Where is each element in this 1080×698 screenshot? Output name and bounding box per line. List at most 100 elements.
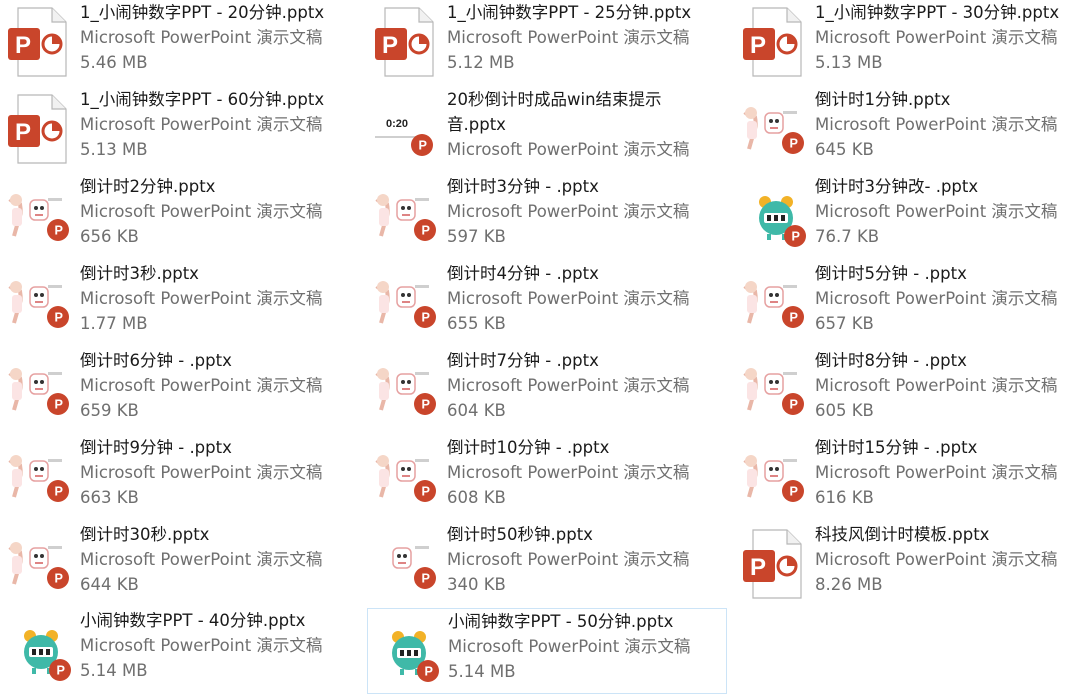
svg-text:P: P (15, 32, 31, 59)
svg-text:P: P (418, 139, 426, 153)
file-size: 5.46 MB (80, 53, 148, 72)
file-tile[interactable]: P 倒计时30秒.pptx Microsoft PowerPoint 演示文稿 64… (0, 522, 360, 608)
svg-text:P: P (382, 32, 398, 59)
file-type: Microsoft PowerPoint 演示文稿 (447, 202, 690, 221)
ppt-file-icon: P (739, 6, 811, 80)
powerpoint-badge-icon: P (414, 393, 436, 415)
file-tile[interactable]: P 1_小闹钟数字PPT - 20分钟.pptx Microsoft PowerP… (0, 0, 360, 86)
file-tile[interactable]: P 1_小闹钟数字PPT - 30分钟.pptx Microsoft PowerP… (735, 0, 1080, 86)
timer-thumbnail-icon: 0:20 P (371, 93, 443, 167)
file-size: 340 KB (447, 575, 506, 594)
cartoon-thumbnail-icon: P (739, 93, 811, 167)
svg-text:P: P (54, 572, 62, 586)
file-size: 5.13 MB (815, 53, 883, 72)
powerpoint-badge-icon: P (417, 660, 439, 682)
file-meta: 倒计时3秒.pptx Microsoft PowerPoint 演示文稿 1.77 … (80, 261, 358, 336)
svg-text:P: P (421, 485, 429, 499)
file-tile[interactable]: P 倒计时2分钟.pptx Microsoft PowerPoint 演示文稿 65… (0, 174, 360, 260)
svg-text:P: P (421, 398, 429, 412)
file-size: 659 KB (80, 401, 139, 420)
file-meta: 科技风倒计时模板.pptx Microsoft PowerPoint 演示文稿 8.… (815, 522, 1080, 597)
alarm-clock-thumbnail-icon: P (4, 614, 76, 688)
file-tile[interactable]: P 倒计时15分钟 - .pptx Microsoft PowerPoint 演示… (735, 435, 1080, 521)
file-tile[interactable]: P 倒计时9分钟 - .pptx Microsoft PowerPoint 演示文… (0, 435, 360, 521)
powerpoint-badge-icon: P (782, 393, 804, 415)
file-name: 倒计时8分钟 - .pptx (815, 351, 967, 370)
file-name: 倒计时9分钟 - .pptx (80, 438, 232, 457)
file-type: Microsoft PowerPoint 演示文稿 (80, 115, 323, 134)
svg-text:P: P (424, 665, 432, 679)
file-name: 1_小闹钟数字PPT - 25分钟.pptx (447, 3, 692, 22)
svg-text:P: P (750, 32, 766, 59)
file-tile[interactable]: P 倒计时50秒钟.pptx Microsoft PowerPoint 演示文稿 3… (367, 522, 727, 608)
file-name: 倒计时4分钟 - .pptx (447, 264, 599, 283)
cartoon-thumbnail-icon: P (739, 354, 811, 428)
file-tile[interactable]: P 科技风倒计时模板.pptx Microsoft PowerPoint 演示文稿… (735, 522, 1080, 608)
file-type: Microsoft PowerPoint 演示文稿 (80, 376, 323, 395)
svg-text:P: P (54, 224, 62, 238)
file-meta: 倒计时4分钟 - .pptx Microsoft PowerPoint 演示文稿 6… (447, 261, 725, 336)
file-tile[interactable]: P 小闹钟数字PPT - 50分钟.pptx Microsoft PowerPoi… (367, 608, 727, 694)
file-name: 小闹钟数字PPT - 50分钟.pptx (448, 612, 674, 631)
cartoon-thumbnail-icon: P (4, 354, 76, 428)
svg-text:P: P (15, 119, 31, 146)
powerpoint-badge-icon: P (414, 480, 436, 502)
svg-text:P: P (789, 137, 797, 151)
file-name: 倒计时50秒钟.pptx (447, 525, 593, 544)
file-size: 656 KB (80, 227, 139, 246)
file-meta: 1_小闹钟数字PPT - 60分钟.pptx Microsoft PowerPoi… (80, 87, 358, 162)
file-tile[interactable]: P 1_小闹钟数字PPT - 60分钟.pptx Microsoft PowerP… (0, 87, 360, 173)
file-tile[interactable]: P 倒计时3分钟 - .pptx Microsoft PowerPoint 演示文… (367, 174, 727, 260)
svg-text:P: P (54, 485, 62, 499)
svg-text:P: P (54, 311, 62, 325)
file-type: Microsoft PowerPoint 演示文稿 (815, 115, 1058, 134)
file-tile[interactable]: P 倒计时3分钟改- .pptx Microsoft PowerPoint 演示文… (735, 174, 1080, 260)
file-tile[interactable]: P 倒计时8分钟 - .pptx Microsoft PowerPoint 演示文… (735, 348, 1080, 434)
file-size: 663 KB (80, 488, 139, 507)
file-meta: 倒计时30秒.pptx Microsoft PowerPoint 演示文稿 644 … (80, 522, 358, 597)
file-size: 655 KB (447, 314, 506, 333)
file-type: Microsoft PowerPoint 演示文稿 (447, 463, 690, 482)
file-size: 604 KB (447, 401, 506, 420)
powerpoint-badge-icon: P (47, 393, 69, 415)
file-size: 597 KB (447, 227, 506, 246)
file-name: 倒计时2分钟.pptx (80, 177, 216, 196)
file-meta: 倒计时15分钟 - .pptx Microsoft PowerPoint 演示文稿… (815, 435, 1080, 510)
file-meta: 倒计时7分钟 - .pptx Microsoft PowerPoint 演示文稿 6… (447, 348, 725, 423)
file-tile[interactable]: P 倒计时5分钟 - .pptx Microsoft PowerPoint 演示文… (735, 261, 1080, 347)
powerpoint-badge-icon: P (47, 480, 69, 502)
file-name: 倒计时7分钟 - .pptx (447, 351, 599, 370)
powerpoint-badge-icon: P (414, 567, 436, 589)
file-tile[interactable]: P 倒计时4分钟 - .pptx Microsoft PowerPoint 演示文… (367, 261, 727, 347)
file-type: Microsoft PowerPoint 演示文稿 (448, 637, 691, 656)
file-type: Microsoft PowerPoint 演示文稿 (80, 202, 323, 221)
svg-text:P: P (791, 230, 799, 244)
file-size: 605 KB (815, 401, 874, 420)
file-size: 608 KB (447, 488, 506, 507)
file-type: Microsoft PowerPoint 演示文稿 (80, 550, 323, 569)
powerpoint-badge-icon: P (782, 132, 804, 154)
cartoon-thumbnail-icon: P (371, 441, 443, 515)
powerpoint-badge-icon: P (414, 306, 436, 328)
file-size: 5.12 MB (447, 53, 515, 72)
file-name: 1_小闹钟数字PPT - 30分钟.pptx (815, 3, 1060, 22)
file-tile[interactable]: P 倒计时7分钟 - .pptx Microsoft PowerPoint 演示文… (367, 348, 727, 434)
file-name: 倒计时3分钟改- .pptx (815, 177, 979, 196)
file-tile[interactable]: 0:20 P 20秒倒计时成品win结束提示音.pptx Microsoft Po… (367, 87, 727, 173)
file-tile[interactable]: P 1_小闹钟数字PPT - 25分钟.pptx Microsoft PowerP… (367, 0, 727, 86)
svg-text:P: P (789, 485, 797, 499)
file-tile[interactable]: P 倒计时6分钟 - .pptx Microsoft PowerPoint 演示文… (0, 348, 360, 434)
cartoon-thumbnail-icon: P (739, 267, 811, 341)
file-tile[interactable]: P 小闹钟数字PPT - 40分钟.pptx Microsoft PowerPoi… (0, 608, 360, 694)
file-name: 倒计时6分钟 - .pptx (80, 351, 232, 370)
file-tile[interactable]: P 倒计时10分钟 - .pptx Microsoft PowerPoint 演示… (367, 435, 727, 521)
cartoon-small-thumbnail-icon: P (371, 528, 443, 602)
file-tile[interactable]: P 倒计时3秒.pptx Microsoft PowerPoint 演示文稿 1.7… (0, 261, 360, 347)
svg-text:P: P (421, 572, 429, 586)
svg-text:P: P (54, 398, 62, 412)
file-size: 616 KB (815, 488, 874, 507)
file-tile[interactable]: P 倒计时1分钟.pptx Microsoft PowerPoint 演示文稿 64… (735, 87, 1080, 173)
file-type: Microsoft PowerPoint 演示文稿 (447, 140, 690, 159)
powerpoint-badge-icon: P (47, 567, 69, 589)
file-type: Microsoft PowerPoint 演示文稿 (80, 289, 323, 308)
